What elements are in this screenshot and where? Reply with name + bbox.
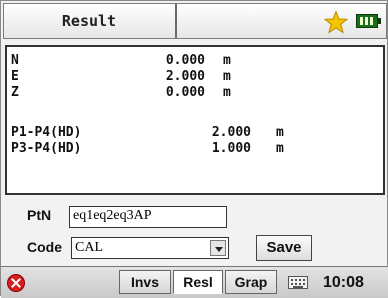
title-divider xyxy=(175,4,177,38)
ptn-input[interactable]: eq1eq2eq3AP xyxy=(69,206,227,228)
distance-value: 1.000 xyxy=(211,141,251,156)
coord-label: E xyxy=(11,69,19,84)
distance-value: 2.000 xyxy=(211,125,251,140)
results-panel: N 0.000 m E 2.000 m Z 0.000 m P1-P4(HD) … xyxy=(5,45,385,195)
result-row-z: Z 0.000 m xyxy=(11,85,371,101)
keyboard-icon[interactable] xyxy=(288,276,308,289)
result-row-n: N 0.000 m xyxy=(11,53,371,69)
chevron-down-icon[interactable] xyxy=(210,240,226,256)
coord-value: 0.000 xyxy=(165,53,205,68)
coord-label: N xyxy=(11,53,19,68)
tab-grap[interactable]: Grap xyxy=(225,270,277,294)
title-bar: Result xyxy=(3,3,387,39)
coord-unit: m xyxy=(223,53,231,68)
coord-label: Z xyxy=(11,85,19,100)
star-icon[interactable] xyxy=(324,10,348,34)
tab-invs[interactable]: Invs xyxy=(119,270,171,294)
battery-icon xyxy=(356,14,381,28)
distance-label: P1-P4(HD) xyxy=(11,125,82,140)
code-value: CAL xyxy=(75,240,103,255)
distance-unit: m xyxy=(276,125,284,140)
result-row-e: E 2.000 m xyxy=(11,69,371,85)
clock: 10:08 xyxy=(323,274,364,291)
distance-unit: m xyxy=(276,141,284,156)
save-button[interactable]: Save xyxy=(256,235,312,261)
tab-resl[interactable]: Resl xyxy=(173,270,223,294)
close-icon[interactable] xyxy=(7,274,25,292)
taskbar: Invs Resl Grap 10:08 xyxy=(1,266,388,298)
code-label: Code xyxy=(27,239,62,255)
result-row-p1-p4: P1-P4(HD) 2.000 m xyxy=(11,125,371,141)
result-row-p3-p4: P3-P4(HD) 1.000 m xyxy=(11,141,371,157)
app-window: Result N 0.000 m E 2.000 m Z 0.000 m P1-… xyxy=(0,0,388,298)
coord-unit: m xyxy=(223,69,231,84)
code-dropdown[interactable]: CAL xyxy=(71,237,229,259)
window-title: Result xyxy=(61,12,117,30)
coord-unit: m xyxy=(223,85,231,100)
coord-value: 0.000 xyxy=(165,85,205,100)
ptn-label: PtN xyxy=(27,207,52,223)
distance-label: P3-P4(HD) xyxy=(11,141,82,156)
coord-value: 2.000 xyxy=(165,69,205,84)
